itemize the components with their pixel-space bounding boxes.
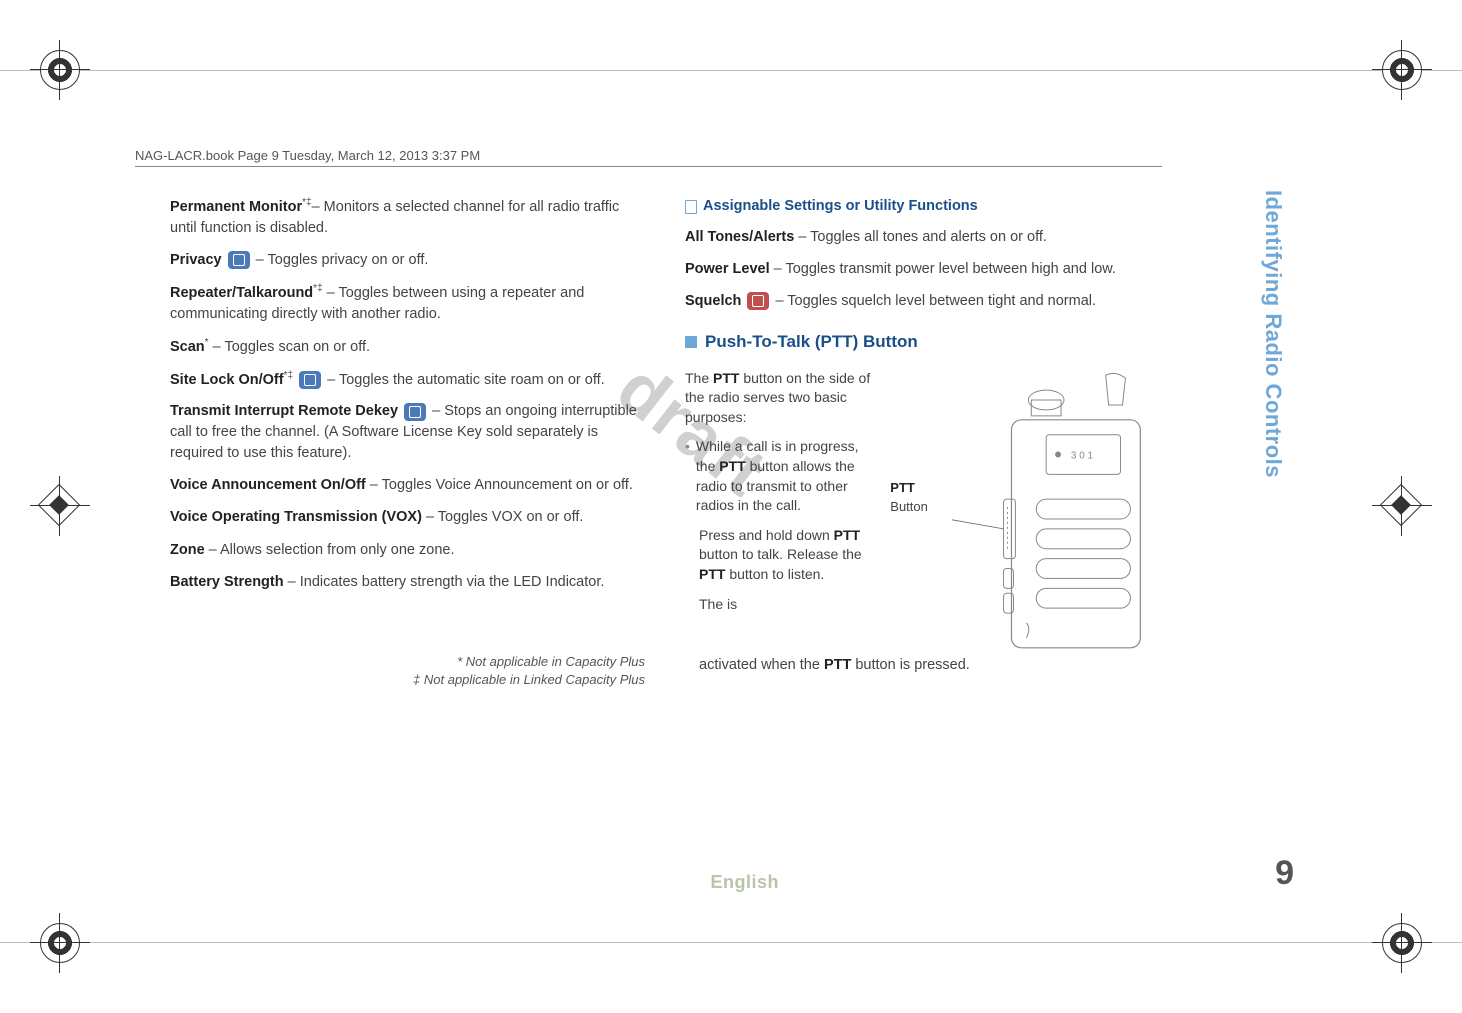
scan-text: – Toggles scan on or off. [209,339,371,355]
vox-label: Voice Operating Transmission (VOX) [170,509,422,525]
page-number: 9 [1275,854,1294,893]
radio-diagram-icon: 3 0 1 [952,369,1160,659]
power-item: Power Level – Toggles transmit power lev… [685,259,1160,280]
registration-mark-icon [1372,40,1432,100]
press-bold2: PTT [699,566,725,582]
ptt-bullet-1: • While a call is in progress, the PTT b… [685,437,878,525]
battery-label: Battery Strength [170,574,284,590]
press2: button to talk. Release the [699,546,862,562]
tir-label: Transmit Interrupt Remote Dekey [170,403,398,419]
power-text: – Toggles transmit power level between h… [770,261,1116,277]
tones-label: All Tones/Alerts [685,229,794,245]
header-path: NAG-LACR.book Page 9 Tuesday, March 12, … [135,148,480,163]
privacy-text: – Toggles privacy on or off. [252,252,429,268]
registration-mark-icon [30,913,90,973]
scan-item: Scan* – Toggles scan on or off. [170,336,645,358]
side-registration-mark-icon [30,476,90,536]
ptt-bullet-1-text: While a call is in progress, the PTT but… [696,437,878,515]
svg-text:3 0 1: 3 0 1 [1071,450,1094,461]
ptt-intro-1: The [685,370,713,386]
repeater-sup: *‡ [313,283,322,294]
sitelock-sup: *‡ [284,370,293,381]
side-tab: Identifying Radio Controls 9 [1260,190,1290,750]
tones-item: All Tones/Alerts – Toggles all tones and… [685,227,1160,248]
vox-text: – Toggles VOX on or off. [422,509,583,525]
sitelock-item: Site Lock On/Off*‡ – Toggles the automat… [170,369,645,391]
right-column: Assignable Settings or Utility Functions… [685,196,1160,690]
battery-text: – Indicates battery strength via the LED… [284,574,605,590]
power-label: Power Level [685,261,770,277]
tir-icon [404,403,426,421]
voice-ann-item: Voice Announcement On/Off – Toggles Voic… [170,475,645,496]
registration-mark-icon [30,40,90,100]
side-tab-title: Identifying Radio Controls [1260,190,1286,600]
squelch-text: – Toggles squelch level between tight an… [771,293,1096,309]
permanent-monitor-label: Permanent Monitor [170,199,302,215]
side-registration-mark-icon [1372,476,1432,536]
footnotes: * Not applicable in Capacity Plus ‡ Not … [170,653,645,691]
footnote-capacity-plus: * Not applicable in Capacity Plus [170,653,645,672]
battery-item: Battery Strength – Indicates battery str… [170,572,645,593]
sitelock-icon [299,371,321,389]
ptt-intro: The PTT button on the side of the radio … [685,369,878,428]
header-rule [135,166,1162,167]
ptt-text-block: The PTT button on the side of the radio … [685,369,878,617]
tones-text: – Toggles all tones and alerts on or off… [794,229,1047,245]
activated-bold: PTT [824,657,851,673]
vox-item: Voice Operating Transmission (VOX) – Tog… [170,507,645,528]
privacy-label: Privacy [170,252,222,268]
privacy-icon [228,251,250,269]
tir-item: Transmit Interrupt Remote Dekey – Stops … [170,401,645,464]
repeater-item: Repeater/Talkaround*‡ – Toggles between … [170,282,645,325]
voice-ann-text: – Toggles Voice Announcement on or off. [366,477,633,493]
ptt-callout-sub: Button [890,499,928,514]
squelch-label: Squelch [685,293,741,309]
sitelock-label: Site Lock On/Off [170,371,284,387]
crop-line-bottom [0,942,1462,943]
document-icon [685,200,697,214]
zone-text: – Allows selection from only one zone. [205,542,455,558]
ptt-press-instructions: Press and hold down PTT button to talk. … [699,526,878,585]
voice-ann-label: Voice Announcement On/Off [170,477,366,493]
activated2: button is pressed. [851,657,970,673]
bullet-dot-icon: • [685,437,690,525]
squelch-icon [747,292,769,310]
ptt-section-heading: Push-To-Talk (PTT) Button [685,330,1160,355]
ptt-the-is: The is [699,595,878,615]
assignable-settings-title: Assignable Settings or Utility Functions [703,196,978,217]
activated1: activated when the [699,657,824,673]
section-square-icon [685,336,697,348]
zone-label: Zone [170,542,205,558]
squelch-item: Squelch – Toggles squelch level between … [685,291,1160,312]
registration-mark-icon [1372,913,1432,973]
privacy-item: Privacy – Toggles privacy on or off. [170,250,645,271]
repeater-label: Repeater/Talkaround [170,285,313,301]
crop-line-top [0,70,1462,71]
press-bold1: PTT [834,527,860,543]
zone-item: Zone – Allows selection from only one zo… [170,540,645,561]
left-column: Permanent Monitor*‡– Monitors a selected… [170,196,645,690]
permanent-monitor-item: Permanent Monitor*‡– Monitors a selected… [170,196,645,239]
permanent-monitor-sup: *‡ [302,197,311,208]
ptt-callout: PTT Button [890,369,940,517]
bullet1b: PTT [719,458,745,474]
ptt-content-row: The PTT button on the side of the radio … [685,369,1160,659]
assignable-settings-heading: Assignable Settings or Utility Functions [685,196,1160,217]
scan-label: Scan [170,339,205,355]
footer-language: English [710,872,779,893]
ptt-intro-bold: PTT [713,370,739,386]
ptt-heading-text: Push-To-Talk (PTT) Button [705,330,918,355]
press1: Press and hold down [699,527,834,543]
footnote-linked-capacity-plus: ‡ Not applicable in Linked Capacity Plus [170,671,645,690]
sitelock-text: – Toggles the automatic site roam on or … [323,371,605,387]
press3: button to listen. [725,566,824,582]
ptt-callout-label: PTT [890,480,915,495]
content-area: Permanent Monitor*‡– Monitors a selected… [170,196,1160,690]
